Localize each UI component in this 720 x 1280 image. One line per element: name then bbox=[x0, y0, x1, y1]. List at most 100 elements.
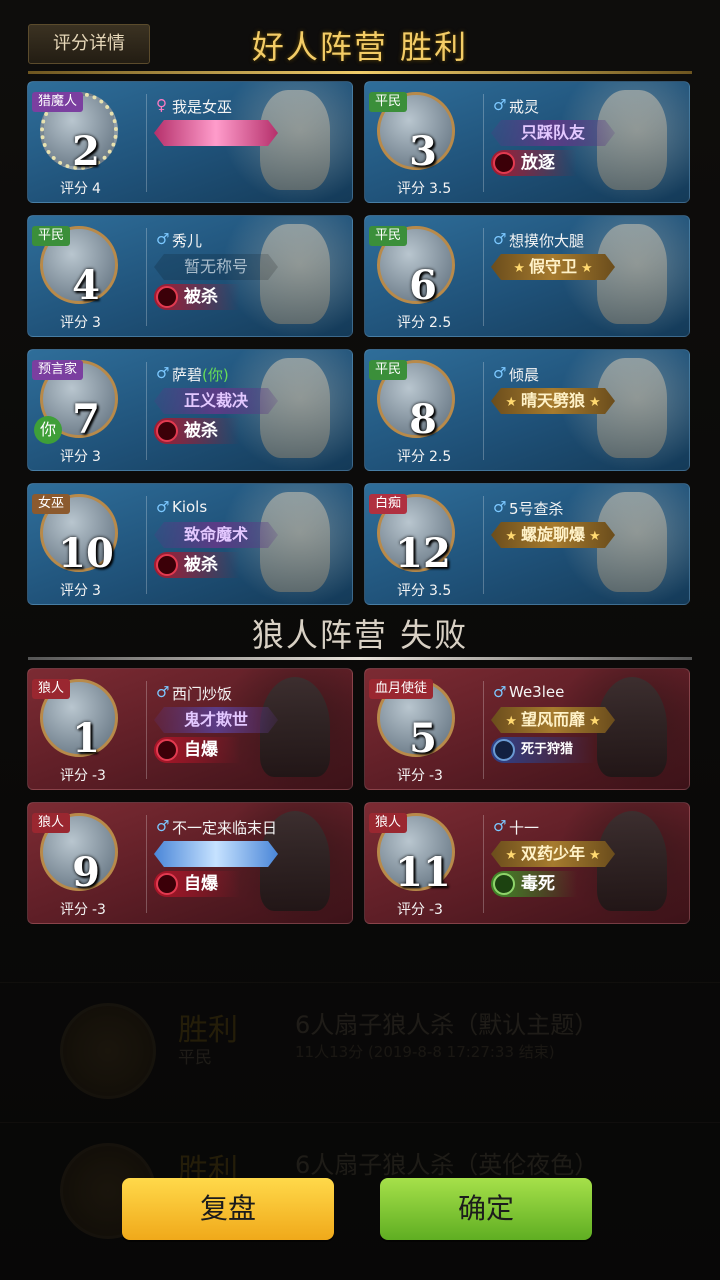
score-line: 评分 2.5 bbox=[393, 312, 451, 332]
seat-number: 10 bbox=[58, 530, 114, 577]
role-tag: 血月使徒 bbox=[369, 679, 434, 699]
player-card[interactable]: 狼人 9 评分 -3 ♂ 不一定来临末日 自爆 bbox=[27, 802, 353, 924]
role-tag: 狼人 bbox=[32, 679, 71, 699]
score-value: -3 bbox=[92, 902, 106, 918]
player-card[interactable]: 预言家你 7 评分 3 ♂ 萨碧(你) 正义裁决 被杀 bbox=[27, 349, 353, 471]
star-icon: ★ bbox=[513, 261, 525, 276]
replay-button[interactable]: 复盘 bbox=[122, 1178, 334, 1240]
star-icon: ★ bbox=[505, 395, 517, 410]
skull-icon bbox=[156, 739, 178, 761]
player-card[interactable]: 狼人 11 评分 -3 ♂ 十一 ★ 双药少年 ★ 毒死 bbox=[364, 802, 690, 924]
seat-number: 6 bbox=[409, 262, 437, 309]
gender-icon: ♀ bbox=[156, 96, 167, 114]
player-title-text: 只踩队友 bbox=[520, 123, 585, 142]
player-title-badge: 暂无称号 bbox=[154, 254, 278, 280]
gender-icon: ♂ bbox=[493, 683, 507, 701]
score-line: 评分 -3 bbox=[56, 899, 106, 919]
role-tag: 狼人 bbox=[32, 813, 71, 833]
death-status: 毒死 bbox=[491, 871, 577, 897]
card-separator bbox=[483, 815, 484, 913]
player-card[interactable]: 血月使徒 5 评分 -3 ♂ We3lee ★ 望风而靡 ★ 死于狩猎 bbox=[364, 668, 690, 790]
player-card[interactable]: 平民 8 评分 2.5 ♂ 倾晨 ★ 晴天劈狼 ★ bbox=[364, 349, 690, 471]
score-value: 2.5 bbox=[429, 449, 452, 465]
role-tag: 平民 bbox=[369, 360, 408, 380]
gender-icon: ♂ bbox=[156, 364, 170, 382]
player-name: 戒灵 bbox=[509, 96, 539, 117]
player-title-text: 螺旋聊爆 bbox=[520, 525, 585, 544]
score-label: 评分 bbox=[397, 583, 425, 599]
death-status-text: 自爆 bbox=[184, 740, 218, 760]
score-line: 评分 3.5 bbox=[393, 178, 451, 198]
star-icon: ★ bbox=[581, 261, 593, 276]
seat-number: 5 bbox=[409, 715, 437, 762]
death-status: 被杀 bbox=[154, 552, 240, 578]
seat-number: 7 bbox=[72, 396, 100, 443]
score-label: 评分 bbox=[397, 768, 425, 784]
player-name: 5号查杀 bbox=[509, 498, 564, 519]
player-card[interactable]: 女巫 10 评分 3 ♂ Kiols 致命魔术 被杀 bbox=[27, 483, 353, 605]
confirm-button[interactable]: 确定 bbox=[380, 1178, 592, 1240]
gender-icon: ♂ bbox=[156, 817, 170, 835]
gender-icon: ♂ bbox=[493, 364, 507, 382]
death-status-text: 自爆 bbox=[184, 874, 218, 894]
death-status-text: 被杀 bbox=[184, 555, 218, 575]
role-tag: 平民 bbox=[32, 226, 71, 246]
card-separator bbox=[146, 362, 147, 460]
player-name: We3lee bbox=[509, 683, 564, 701]
player-title-text: 鬼才欺世 bbox=[183, 710, 248, 729]
player-title-badge: ★ 螺旋聊爆 ★ bbox=[491, 522, 615, 548]
card-separator bbox=[146, 496, 147, 594]
player-title-text: 暂无称号 bbox=[183, 257, 248, 276]
gender-icon: ♂ bbox=[156, 683, 170, 701]
score-line: 评分 3 bbox=[56, 580, 101, 600]
player-name-text: 想摸你大腿 bbox=[509, 232, 585, 250]
player-card[interactable]: 平民 3 评分 3.5 ♂ 戒灵 只踩队友 放逐 bbox=[364, 81, 690, 203]
score-value: 3.5 bbox=[429, 181, 452, 197]
player-title-badge: 致命魔术 bbox=[154, 522, 278, 548]
score-label: 评分 bbox=[60, 315, 88, 331]
score-detail-header: 评分详情 好人阵营 胜利 bbox=[0, 0, 720, 76]
score-line: 评分 -3 bbox=[56, 765, 106, 785]
score-line: 评分 3.5 bbox=[393, 580, 451, 600]
role-tag: 狼人 bbox=[369, 813, 408, 833]
player-name-text: 西门炒饭 bbox=[172, 685, 233, 703]
score-label: 评分 bbox=[60, 902, 88, 918]
score-value: 3.5 bbox=[429, 583, 452, 599]
death-status-text: 毒死 bbox=[521, 874, 555, 894]
player-card[interactable]: 平民 4 评分 3 ♂ 秀儿 暂无称号 被杀 bbox=[27, 215, 353, 337]
card-separator bbox=[483, 94, 484, 192]
score-value: -3 bbox=[429, 768, 443, 784]
score-value: 3 bbox=[92, 583, 101, 599]
card-separator bbox=[483, 228, 484, 326]
star-icon: ★ bbox=[505, 714, 517, 729]
score-line: 评分 3 bbox=[56, 312, 101, 332]
score-label: 评分 bbox=[397, 181, 425, 197]
player-card[interactable]: 平民 6 评分 2.5 ♂ 想摸你大腿 ★ 假守卫 ★ bbox=[364, 215, 690, 337]
seat-number: 9 bbox=[72, 849, 100, 896]
score-value: 3 bbox=[92, 315, 101, 331]
star-icon: ★ bbox=[589, 848, 601, 863]
player-name-text: 我是女巫 bbox=[172, 98, 233, 116]
score-value: -3 bbox=[92, 768, 106, 784]
player-title-badge: 鬼才欺世 bbox=[154, 707, 278, 733]
score-label: 评分 bbox=[60, 449, 88, 465]
player-title-text: 致命魔术 bbox=[183, 525, 248, 544]
player-title-badge: 正义裁决 bbox=[154, 388, 278, 414]
player-name: 萨碧(你) bbox=[172, 364, 229, 385]
player-card[interactable]: 白痴 12 评分 3.5 ♂ 5号查杀 ★ 螺旋聊爆 ★ bbox=[364, 483, 690, 605]
player-card[interactable]: 猎魔人 2 评分 4 ♀ 我是女巫 bbox=[27, 81, 353, 203]
player-title-text: 望风而靡 bbox=[520, 710, 585, 729]
score-label: 评分 bbox=[60, 583, 88, 599]
skull-icon bbox=[493, 738, 515, 761]
player-name-text: 戒灵 bbox=[509, 98, 540, 116]
you-marker: (你) bbox=[202, 366, 229, 384]
score-label: 评分 bbox=[397, 902, 425, 918]
score-label: 评分 bbox=[60, 181, 88, 197]
player-title-text: 晴天劈狼 bbox=[520, 391, 585, 410]
score-line: 评分 3 bbox=[56, 446, 101, 466]
death-status: 自爆 bbox=[154, 737, 240, 763]
player-card[interactable]: 狼人 1 评分 -3 ♂ 西门炒饭 鬼才欺世 自爆 bbox=[27, 668, 353, 790]
score-line: 评分 2.5 bbox=[393, 446, 451, 466]
seat-number: 2 bbox=[72, 128, 100, 175]
player-name: Kiols bbox=[172, 498, 207, 516]
